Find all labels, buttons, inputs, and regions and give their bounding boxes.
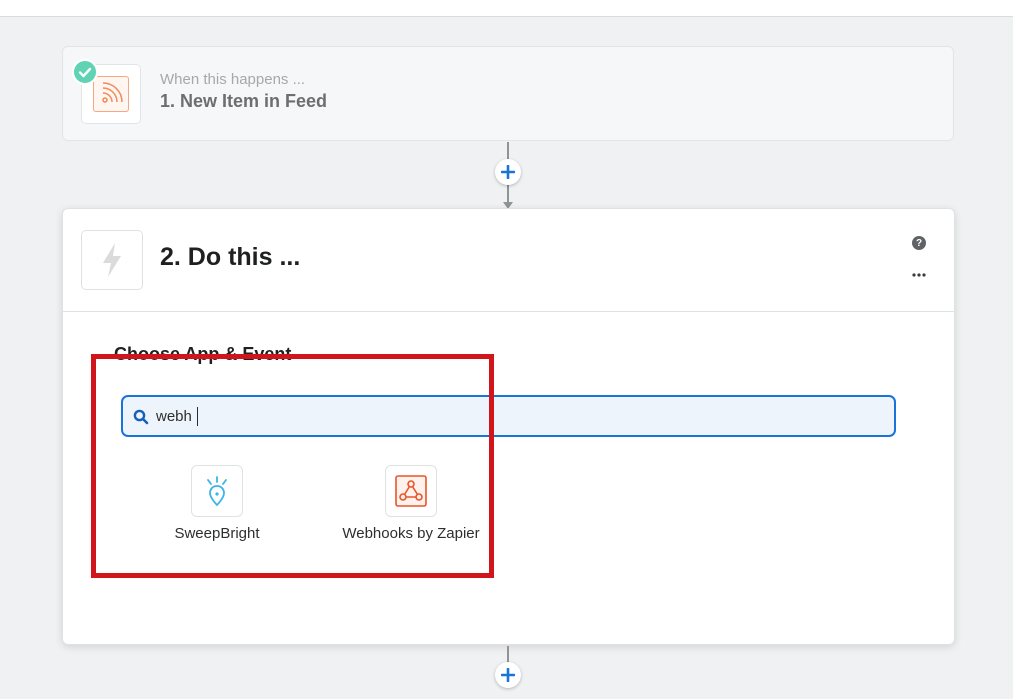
add-step-button[interactable] xyxy=(495,159,521,185)
trigger-subtitle: When this happens ... xyxy=(160,71,306,88)
top-bar xyxy=(0,0,1013,17)
result-sweepbright[interactable]: SweepBright xyxy=(142,465,292,555)
result-label: SweepBright xyxy=(174,525,260,542)
add-step-button[interactable] xyxy=(495,662,521,688)
bolt-icon xyxy=(81,230,143,290)
app-search-field[interactable] xyxy=(121,395,896,437)
rss-icon xyxy=(93,76,129,112)
sweepbright-icon xyxy=(191,465,243,517)
result-webhooks[interactable]: Webhooks by Zapier xyxy=(336,465,486,555)
plus-icon xyxy=(501,165,515,179)
check-icon xyxy=(72,59,98,85)
search-input[interactable] xyxy=(156,406,856,426)
header-divider xyxy=(63,311,954,312)
question-icon[interactable]: ? xyxy=(912,236,926,250)
section-heading: Choose App & Event xyxy=(114,344,292,364)
search-icon xyxy=(133,409,149,425)
result-label: Webhooks by Zapier xyxy=(342,525,480,542)
trigger-title: 1. New Item in Feed xyxy=(160,91,328,111)
plus-icon xyxy=(501,668,515,682)
more-icon[interactable] xyxy=(911,267,927,277)
action-title: 2. Do this ... xyxy=(160,243,301,271)
webhooks-icon xyxy=(385,465,437,517)
trigger-step-card[interactable]: When this happens ... 1. New Item in Fee… xyxy=(62,46,954,141)
text-caret xyxy=(197,407,198,426)
action-step-card: 2. Do this ... ? Choose App & Event Swee… xyxy=(62,208,955,645)
